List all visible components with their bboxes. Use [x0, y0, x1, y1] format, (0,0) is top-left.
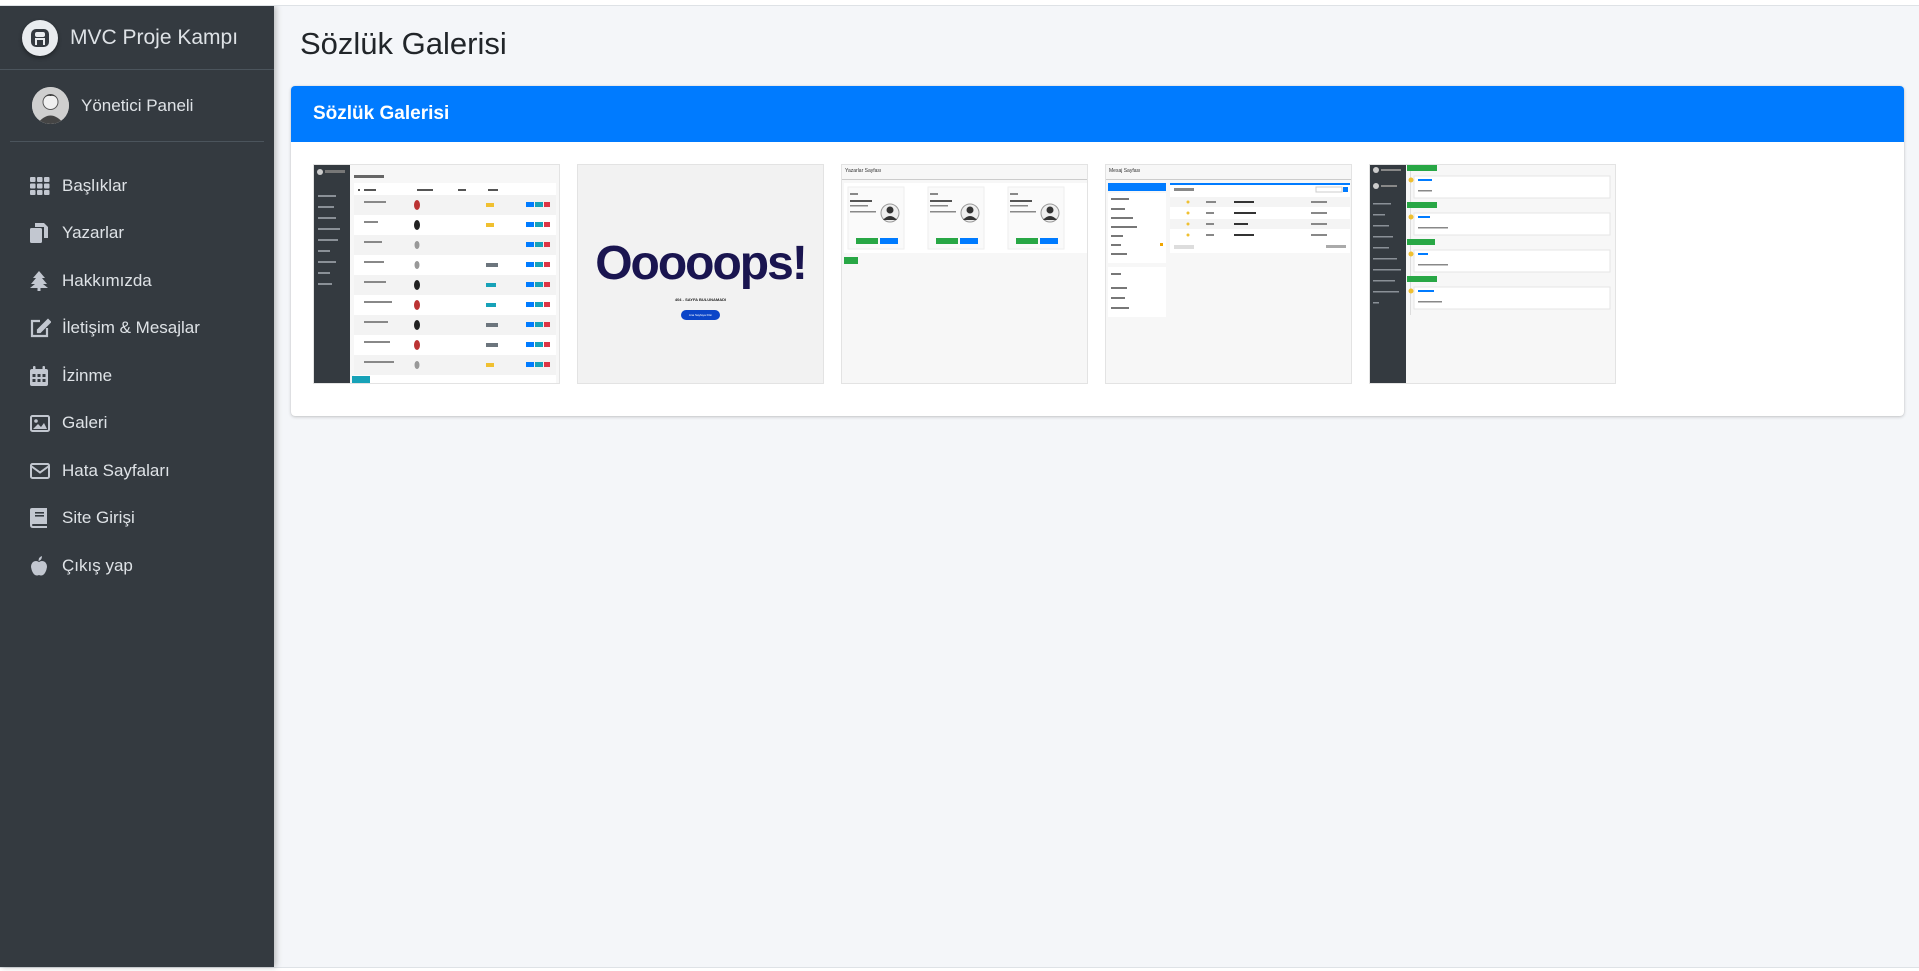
writers-cards-screenshot: Yazarlar Sayfası [842, 165, 1087, 383]
sidebar: MVC Proje Kampı Yönetici Paneli Başlıkla… [0, 6, 274, 967]
messages-inbox-screenshot: Mesaj Sayfası [1106, 165, 1351, 383]
copy-icon [30, 223, 62, 244]
gallery-thumb-writers[interactable]: Yazarlar Sayfası [841, 164, 1088, 384]
user-name: Yönetici Paneli [81, 95, 194, 115]
sidebar-item-label: Site Girişi [62, 508, 135, 528]
sidebar-item-label: Başlıklar [62, 175, 128, 195]
envelope-icon [30, 462, 62, 479]
timeline-screenshot [1370, 165, 1615, 383]
gallery-thumb-messages[interactable]: Mesaj Sayfası [1105, 164, 1352, 384]
sidebar-item-label: İzinme [62, 365, 113, 385]
error-404-screenshot: Ooooops! 404 - SAYFA BULUNAMADI Ana Sayf… [578, 165, 823, 383]
error-subtext: 404 - SAYFA BULUNAMADI [674, 297, 727, 302]
card-title: Sözlük Galerisi [313, 103, 450, 124]
gallery-thumb-404[interactable]: Ooooops! 404 - SAYFA BULUNAMADI Ana Sayf… [577, 164, 824, 384]
bottom-border [0, 967, 1919, 971]
gallery-card: Sözlük Galerisi Ooooops! 404 - SAYFA BUL… [291, 86, 1904, 416]
sidebar-item-izinme[interactable]: İzinme [0, 352, 274, 400]
sidebar-item-iletisim[interactable]: İletişim & Mesajlar [0, 305, 274, 353]
gallery-grid: Ooooops! 404 - SAYFA BULUNAMADI Ana Sayf… [313, 164, 1616, 384]
messages-inbox-graphic [1106, 179, 1351, 317]
sidebar-item-hata-sayfalari[interactable]: Hata Sayfaları [0, 447, 274, 495]
headings-table-screenshot [314, 165, 559, 383]
image-icon [30, 414, 62, 432]
sidebar-item-label: Hata Sayfaları [62, 460, 170, 480]
writers-cards-graphic [842, 179, 1087, 264]
sidebar-item-label: Çıkış yap [62, 555, 133, 575]
edit-icon [30, 318, 62, 338]
sidebar-item-cikis[interactable]: Çıkış yap [0, 542, 274, 590]
brand-title: MVC Proje Kampı [70, 25, 239, 49]
card-header: Sözlük Galerisi [291, 86, 1904, 142]
avatar [32, 87, 69, 124]
sidebar-item-yazarlar[interactable]: Yazarlar [0, 210, 274, 258]
sidebar-item-galeri[interactable]: Galeri [0, 400, 274, 448]
tree-icon [30, 270, 62, 291]
brand-logo-icon [22, 19, 58, 56]
top-border [0, 0, 1919, 6]
sidebar-item-label: Galeri [62, 413, 108, 433]
sidebar-item-hakkimizda[interactable]: Hakkımızda [0, 257, 274, 305]
user-panel[interactable]: Yönetici Paneli [10, 70, 264, 142]
sidebar-item-label: Hakkımızda [62, 270, 152, 290]
gallery-thumb-headings[interactable] [313, 164, 560, 384]
apple-icon [30, 555, 62, 576]
sidebar-item-site-girisi[interactable]: Site Girişi [0, 495, 274, 543]
page-title: Sözlük Galerisi [300, 26, 507, 61]
sidebar-item-basliklar[interactable]: Başlıklar [0, 162, 274, 210]
brand-link[interactable]: MVC Proje Kampı [0, 6, 274, 70]
sidebar-nav: Başlıklar Yazarlar Hakkımızda İletişim &… [0, 162, 274, 590]
content-wrapper: Sözlük Galerisi Sözlük Galerisi Ooooops!… [274, 6, 1919, 967]
sidebar-item-label: Yazarlar [62, 223, 125, 243]
sidebar-item-label: İletişim & Mesajlar [62, 318, 200, 338]
calendar-icon [30, 365, 62, 386]
book-icon [30, 508, 62, 529]
oops-text: Ooooops! [595, 237, 808, 290]
grid-icon [30, 176, 62, 195]
error-home-button: Ana Sayfaya Dön [680, 310, 721, 320]
gallery-thumb-timeline[interactable] [1369, 164, 1616, 384]
